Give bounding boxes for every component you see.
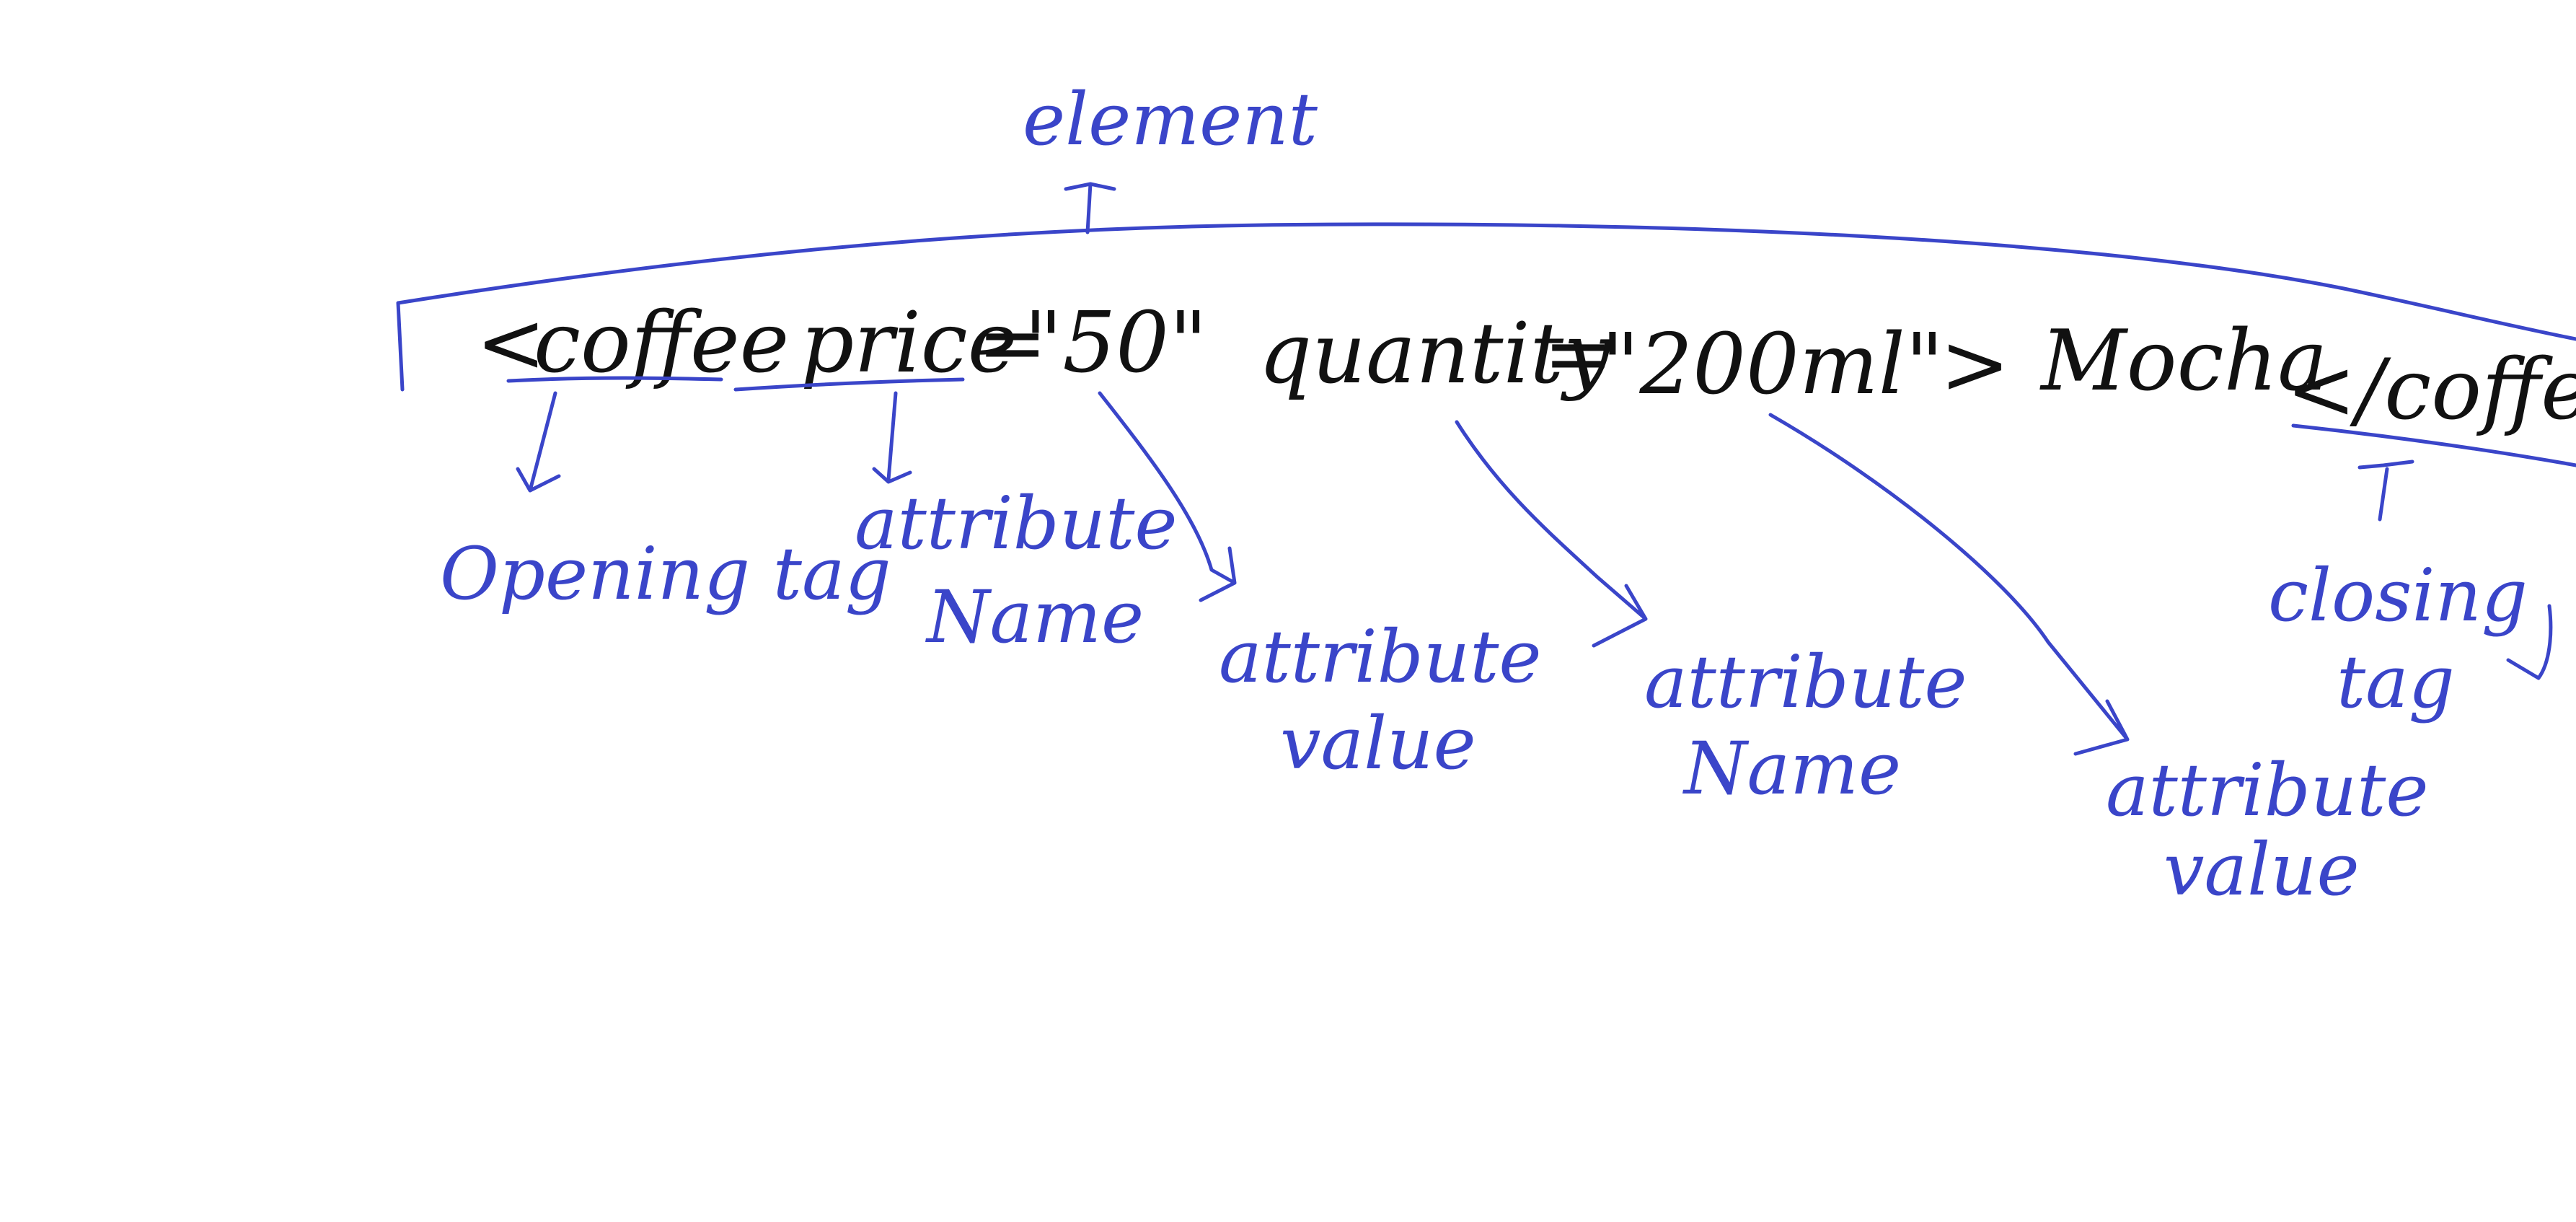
- closing-tag-label-line2: tag: [2337, 640, 2455, 724]
- attr2-value-label-line1: attribute: [2106, 748, 2429, 832]
- closing-tag-arrow: [2357, 460, 2414, 522]
- code-close-bracket: >: [1940, 316, 2010, 413]
- opening-tag-label: Opening tag: [440, 532, 891, 616]
- attr1-value-label-line2: value: [1280, 701, 1476, 786]
- attr1-name-label-line2: Name: [925, 575, 1144, 659]
- attr2-name-arrow: [1455, 420, 1648, 648]
- xml-code-line: < coffee price = "50" quantity = "200ml"…: [476, 294, 2576, 439]
- opening-tag-arrow: [516, 391, 561, 493]
- attr2-value-label-line2: value: [2163, 827, 2360, 912]
- whiteboard-canvas: element < coffee price = "50" quantity =…: [0, 0, 2576, 1222]
- attr1-value-label-line1: attribute: [1219, 615, 1542, 699]
- element-label: element: [1023, 77, 1318, 162]
- attr2-name-label-line2: Name: [1682, 726, 1901, 811]
- element-brace-left-tick: [396, 301, 405, 392]
- attr1-name-arrow: [872, 391, 912, 484]
- attr1-name-label-line1: attribute: [855, 481, 1178, 566]
- code-content: Mocha: [2039, 312, 2327, 410]
- xml-anatomy-diagram: element < coffee price = "50" quantity =…: [396, 77, 2576, 912]
- closing-tag-label-line1: closing: [2268, 553, 2528, 638]
- element-arrow: [1064, 182, 1116, 234]
- code-closing-tag: </coffee>: [2286, 341, 2576, 439]
- attr2-name-label-line1: attribute: [1644, 640, 1967, 724]
- code-attr2-value: "200ml": [1601, 316, 1944, 413]
- code-attr1-value: "50": [1024, 294, 1207, 392]
